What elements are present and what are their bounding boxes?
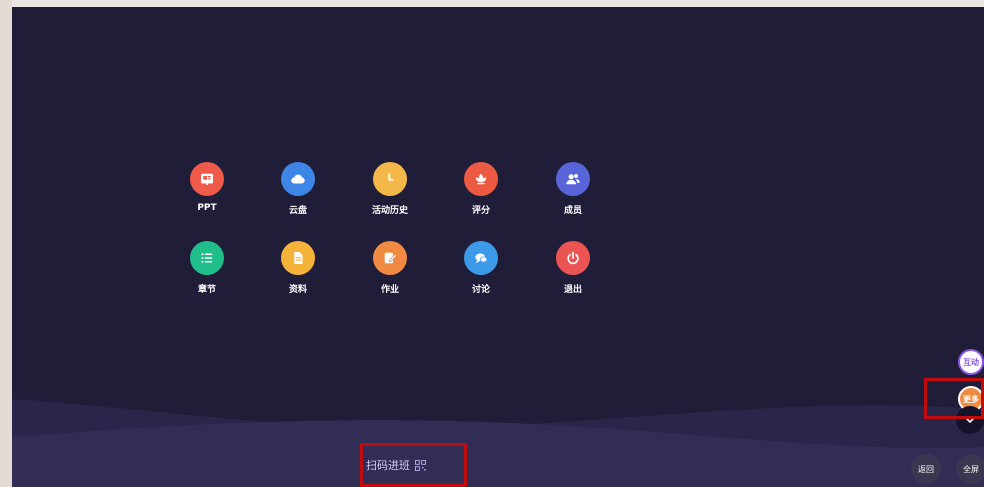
menu-item-label: 成员 (563, 206, 582, 216)
menu-item-ppt[interactable]: PPT (172, 162, 242, 222)
interact-button[interactable]: 互动 (958, 349, 984, 375)
menu-item-label: PPT (197, 203, 217, 213)
menu-item-cloud-drive[interactable]: 云盘 (263, 162, 333, 222)
menu-item-label: 资料 (288, 285, 307, 295)
menu-item-discussion[interactable]: 讨论 (446, 241, 516, 301)
chat-icon (464, 241, 498, 275)
fullscreen-button-label: 全屏 (963, 464, 979, 474)
cloud-icon (281, 162, 315, 196)
window-top-edge (0, 0, 984, 7)
back-button[interactable]: 返回 (911, 454, 941, 484)
menu-item-label: 讨论 (471, 285, 490, 295)
menu-item-activity-history[interactable]: 活动历史 (355, 162, 425, 222)
window-left-edge (0, 0, 12, 487)
ppt-icon (190, 162, 224, 196)
menu-item-label: 评分 (471, 206, 490, 216)
menu-item-label: 章节 (197, 285, 216, 295)
menu-item-label: 云盘 (288, 206, 307, 216)
highlight-box-more (924, 378, 984, 419)
document-icon (281, 241, 315, 275)
back-button-label: 返回 (918, 464, 934, 474)
interact-button-label: 互动 (963, 357, 979, 367)
list-icon (190, 241, 224, 275)
menu-item-label: 退出 (563, 285, 582, 295)
fullscreen-button[interactable]: 全屏 (956, 454, 984, 484)
menu-item-label: 作业 (380, 285, 399, 295)
menu-item-homework[interactable]: 作业 (355, 241, 425, 301)
menu-item-score[interactable]: 评分 (446, 162, 516, 222)
menu-item-materials[interactable]: 资料 (263, 241, 333, 301)
lotus-icon (464, 162, 498, 196)
power-icon (556, 241, 590, 275)
menu-item-members[interactable]: 成员 (538, 162, 608, 222)
edit-icon (373, 241, 407, 275)
highlight-box-scan-join (360, 443, 467, 487)
classroom-stage: PPT 云盘 活动历史 评分 成员 章节 资料 作业 讨论 退出 互动 更多 (12, 7, 984, 487)
menu-item-exit[interactable]: 退出 (538, 241, 608, 301)
menu-item-label: 活动历史 (371, 206, 408, 216)
menu-item-chapters[interactable]: 章节 (172, 241, 242, 301)
clock-icon (373, 162, 407, 196)
members-icon (556, 162, 590, 196)
